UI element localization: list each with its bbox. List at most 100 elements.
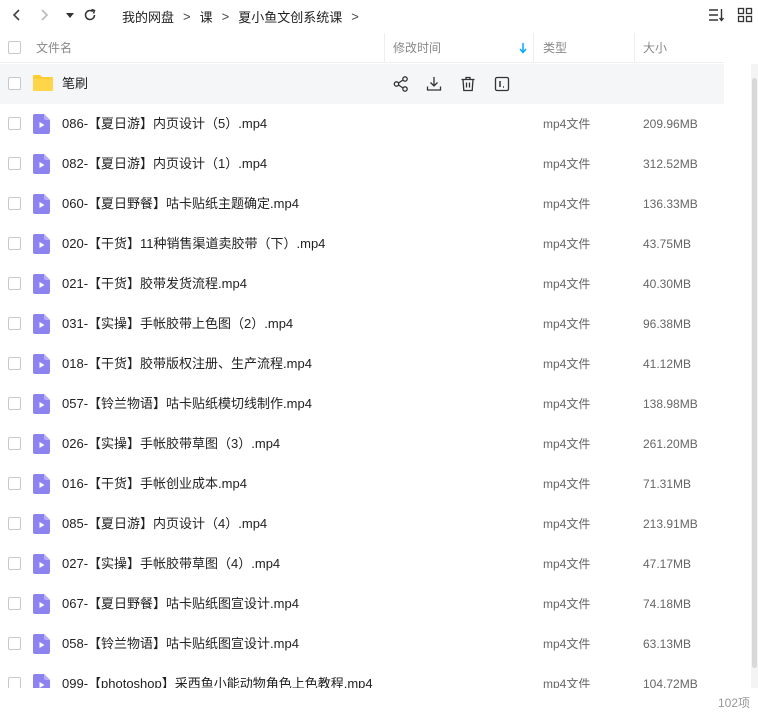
breadcrumb-separator: > xyxy=(351,9,359,24)
delete-icon[interactable] xyxy=(459,75,477,93)
file-name[interactable]: 082-【夏日游】内页设计（1）.mp4 xyxy=(62,144,267,184)
file-row[interactable]: 016-【干货】手帐创业成本.mp4 mp4文件 71.31MB xyxy=(0,464,724,504)
row-checkbox[interactable] xyxy=(8,557,21,570)
more-icon[interactable] xyxy=(493,75,511,93)
forward-icon[interactable] xyxy=(35,6,53,24)
file-row[interactable]: 021-【干货】胶带发货流程.mp4 mp4文件 40.30MB xyxy=(0,264,724,304)
file-row[interactable]: 086-【夏日游】内页设计（5）.mp4 mp4文件 209.96MB xyxy=(0,104,724,144)
video-file-icon xyxy=(33,194,50,214)
file-size: 104.72MB xyxy=(643,677,698,688)
file-row[interactable]: 099-【photoshop】采西鱼小能动物角色上色教程.mp4 mp4文件 104… xyxy=(0,664,724,688)
row-checkbox[interactable] xyxy=(8,517,21,530)
file-type: mp4文件 xyxy=(543,237,591,251)
refresh-icon[interactable] xyxy=(81,6,99,24)
file-name[interactable]: 020-【干货】11种销售渠道卖胶带（下）.mp4 xyxy=(62,224,325,264)
file-name[interactable]: 085-【夏日游】内页设计（4）.mp4 xyxy=(62,504,267,544)
file-type: mp4文件 xyxy=(543,117,591,131)
row-checkbox[interactable] xyxy=(8,157,21,170)
video-file-icon xyxy=(33,114,50,134)
column-divider xyxy=(634,33,635,63)
download-icon[interactable] xyxy=(425,75,443,93)
file-size: 41.12MB xyxy=(643,357,692,371)
column-modified[interactable]: 修改时间 xyxy=(393,33,441,63)
video-file-icon xyxy=(33,554,50,574)
row-checkbox[interactable] xyxy=(8,317,21,330)
file-type: mp4文件 xyxy=(543,397,591,411)
file-row[interactable]: 018-【干货】胶带版权注册、生产流程.mp4 mp4文件 41.12MB xyxy=(0,344,724,384)
file-size: 312.52MB xyxy=(643,157,698,171)
file-name[interactable]: 018-【干货】胶带版权注册、生产流程.mp4 xyxy=(62,344,312,384)
share-icon[interactable] xyxy=(392,75,410,93)
video-file-icon xyxy=(33,274,50,294)
file-row[interactable]: 027-【实操】手帐胶带草图（4）.mp4 mp4文件 47.17MB xyxy=(0,544,724,584)
file-row[interactable]: 026-【实操】手帐胶带草图（3）.mp4 mp4文件 261.20MB xyxy=(0,424,724,464)
file-row[interactable]: 085-【夏日游】内页设计（4）.mp4 mp4文件 213.91MB xyxy=(0,504,724,544)
item-count: 102项 xyxy=(717,696,750,710)
row-checkbox[interactable] xyxy=(8,677,21,688)
row-checkbox[interactable] xyxy=(8,277,21,290)
column-header: 文件名 修改时间 类型 大小 xyxy=(0,33,724,63)
file-row[interactable]: 031-【实操】手帐胶带上色图（2）.mp4 mp4文件 96.38MB xyxy=(0,304,724,344)
file-name[interactable]: 060-【夏日野餐】咕卡贴纸主题确定.mp4 xyxy=(62,184,299,224)
grid-view-icon[interactable] xyxy=(736,6,754,24)
column-size[interactable]: 大小 xyxy=(643,33,667,63)
file-size: 138.98MB xyxy=(643,397,698,411)
file-name[interactable]: 086-【夏日游】内页设计（5）.mp4 xyxy=(62,104,267,144)
back-icon[interactable] xyxy=(8,6,26,24)
video-file-icon xyxy=(33,634,50,654)
file-size: 43.75MB xyxy=(643,237,692,251)
video-file-icon xyxy=(33,394,50,414)
file-row[interactable]: 067-【夏日野餐】咕卡贴纸图宣设计.mp4 mp4文件 74.18MB xyxy=(0,584,724,624)
file-name[interactable]: 021-【干货】胶带发货流程.mp4 xyxy=(62,264,247,304)
file-name[interactable]: 057-【铃兰物语】咕卡贴纸模切线制作.mp4 xyxy=(62,384,312,424)
file-row[interactable]: 058-【铃兰物语】咕卡贴纸图宣设计.mp4 mp4文件 63.13MB xyxy=(0,624,724,664)
sort-icon[interactable] xyxy=(707,6,725,24)
file-row[interactable]: 020-【干货】11种销售渠道卖胶带（下）.mp4 mp4文件 43.75MB xyxy=(0,224,724,264)
row-checkbox[interactable] xyxy=(8,237,21,250)
row-checkbox[interactable] xyxy=(8,437,21,450)
status-bar: 102项 xyxy=(0,688,758,716)
column-type[interactable]: 类型 xyxy=(543,33,567,63)
file-row[interactable]: 057-【铃兰物语】咕卡贴纸模切线制作.mp4 mp4文件 138.98MB xyxy=(0,384,724,424)
file-name[interactable]: 016-【干货】手帐创业成本.mp4 xyxy=(62,464,247,504)
file-name[interactable]: 058-【铃兰物语】咕卡贴纸图宣设计.mp4 xyxy=(62,624,299,664)
row-checkbox[interactable] xyxy=(8,117,21,130)
column-name[interactable]: 文件名 xyxy=(36,33,72,63)
dropdown-icon[interactable] xyxy=(61,6,79,24)
breadcrumb-separator: > xyxy=(183,9,191,24)
row-checkbox[interactable] xyxy=(8,397,21,410)
file-name[interactable]: 026-【实操】手帐胶带草图（3）.mp4 xyxy=(62,424,280,464)
file-type: mp4文件 xyxy=(543,437,591,451)
breadcrumb-item[interactable]: 课 xyxy=(200,7,213,26)
video-file-icon xyxy=(33,434,50,454)
row-checkbox[interactable] xyxy=(8,197,21,210)
breadcrumb-item[interactable]: 我的网盘 xyxy=(122,7,174,26)
file-type: mp4文件 xyxy=(543,357,591,371)
folder-row[interactable]: 笔刷 xyxy=(0,64,724,104)
row-checkbox[interactable] xyxy=(8,477,21,490)
row-checkbox[interactable] xyxy=(8,77,21,90)
file-type: mp4文件 xyxy=(543,477,591,491)
row-checkbox[interactable] xyxy=(8,597,21,610)
file-size: 136.33MB xyxy=(643,197,698,211)
file-name[interactable]: 067-【夏日野餐】咕卡贴纸图宣设计.mp4 xyxy=(62,584,299,624)
file-size: 47.17MB xyxy=(643,557,692,571)
row-checkbox[interactable] xyxy=(8,357,21,370)
file-row[interactable]: 060-【夏日野餐】咕卡贴纸主题确定.mp4 mp4文件 136.33MB xyxy=(0,184,724,224)
breadcrumb-separator: > xyxy=(221,9,230,24)
file-row[interactable]: 082-【夏日游】内页设计（1）.mp4 mp4文件 312.52MB xyxy=(0,144,724,184)
file-name[interactable]: 099-【photoshop】采西鱼小能动物角色上色教程.mp4 xyxy=(62,664,373,688)
sort-down-icon[interactable] xyxy=(518,42,528,57)
breadcrumb-item[interactable]: 夏小鱼文创系统课 xyxy=(238,7,342,26)
row-checkbox[interactable] xyxy=(8,637,21,650)
select-all-checkbox[interactable] xyxy=(8,41,21,54)
file-type: mp4文件 xyxy=(543,277,591,291)
file-name[interactable]: 031-【实操】手帐胶带上色图（2）.mp4 xyxy=(62,304,293,344)
video-file-icon xyxy=(33,594,50,614)
file-name[interactable]: 027-【实操】手帐胶带草图（4）.mp4 xyxy=(62,544,280,584)
folder-name[interactable]: 笔刷 xyxy=(62,64,88,104)
scrollbar-thumb[interactable] xyxy=(752,78,757,668)
file-size: 63.13MB xyxy=(643,637,692,651)
file-size: 213.91MB xyxy=(643,517,698,531)
file-type: mp4文件 xyxy=(543,557,591,571)
